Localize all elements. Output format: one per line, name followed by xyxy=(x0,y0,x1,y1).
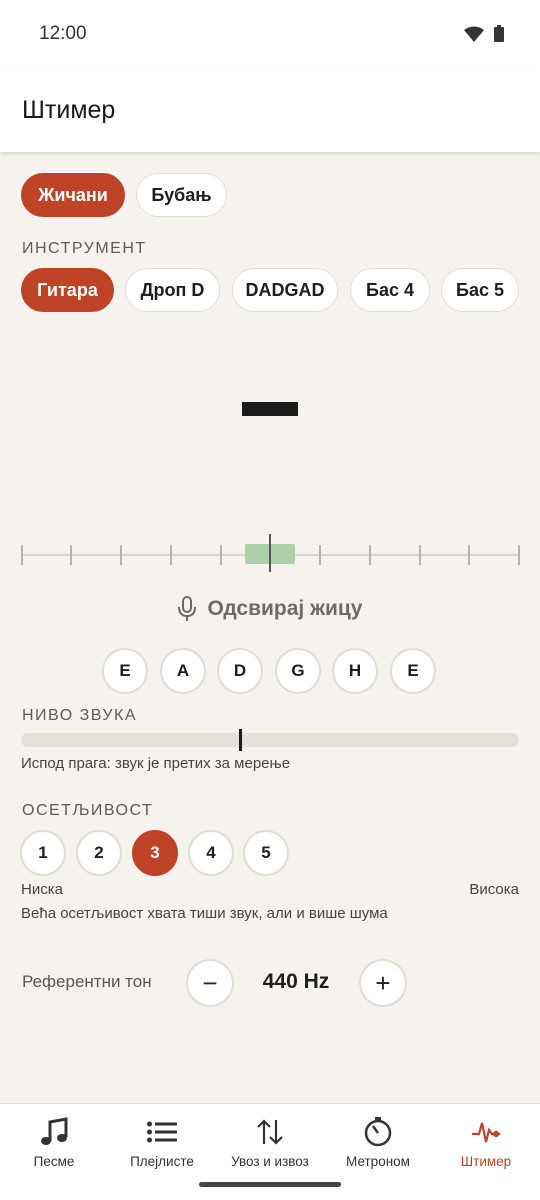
sound-level-bar xyxy=(21,733,519,747)
sound-level-section-label: НИВО ЗВУКА xyxy=(22,707,138,724)
nav-label-playlists: Плејлисте xyxy=(130,1154,194,1169)
string-button-a[interactable]: A xyxy=(160,648,206,694)
import-export-icon xyxy=(257,1119,283,1145)
tab-string-instruments[interactable]: Жичани xyxy=(21,173,125,217)
sensitivity-button-1[interactable]: 1 xyxy=(20,830,66,876)
nav-item-import-export[interactable]: Увоз и извоз xyxy=(216,1104,324,1184)
tuner-wave-icon xyxy=(472,1122,500,1143)
nav-label-metronome: Метроном xyxy=(346,1154,410,1169)
decrease-reference-button[interactable]: − xyxy=(186,959,234,1007)
plus-icon: + xyxy=(375,967,391,998)
sensitivity-high-label: Висока xyxy=(469,881,519,898)
music-note-icon xyxy=(41,1117,68,1145)
sensitivity-section-label: ОСЕТЉИВОСТ xyxy=(22,802,154,819)
status-bar: 12:00 xyxy=(0,0,540,68)
sensitivity-button-3[interactable]: 3 xyxy=(132,830,178,876)
sensitivity-button-5[interactable]: 5 xyxy=(243,830,289,876)
meter-tick xyxy=(70,545,72,565)
microphone-icon xyxy=(177,596,196,621)
prompt-text: Одсвирај жицу xyxy=(207,597,363,620)
meter-tick xyxy=(369,545,371,565)
nav-label-songs: Песме xyxy=(33,1154,75,1169)
note-display xyxy=(242,402,298,416)
nav-item-playlists[interactable]: Плејлисте xyxy=(108,1104,216,1184)
string-button-g[interactable]: G xyxy=(275,648,321,694)
reference-tone-value: 440 Hz xyxy=(262,970,330,993)
reference-tone-label: Референтни тон xyxy=(22,972,152,991)
meter-tick xyxy=(518,545,520,565)
meter-tick xyxy=(468,545,470,565)
nav-label-tuner: Штимер xyxy=(460,1154,512,1169)
instrument-section-label: ИНСТРУМЕНТ xyxy=(22,240,147,257)
battery-icon xyxy=(494,25,504,42)
tab-drums[interactable]: Бубањ xyxy=(136,173,227,217)
sensitivity-button-4[interactable]: 4 xyxy=(188,830,234,876)
nav-item-metronome[interactable]: Метроном xyxy=(324,1104,432,1184)
meter-tick xyxy=(319,545,321,565)
nav-item-tuner[interactable]: Штимер xyxy=(432,1104,540,1184)
metronome-icon xyxy=(364,1117,392,1147)
string-button-e-high[interactable]: E xyxy=(390,648,436,694)
instrument-chip-dadgad[interactable]: DADGAD xyxy=(232,268,338,312)
meter-needle xyxy=(269,534,271,572)
tuning-meter xyxy=(21,534,520,572)
status-icons xyxy=(464,25,504,42)
meter-tick xyxy=(220,545,222,565)
string-button-h[interactable]: H xyxy=(332,648,378,694)
string-button-e-low[interactable]: E xyxy=(102,648,148,694)
app-bar: Штимер xyxy=(0,68,540,152)
play-string-prompt: Одсвирај жицу xyxy=(0,596,540,622)
nav-item-songs[interactable]: Песме xyxy=(0,1104,108,1184)
status-time: 12:00 xyxy=(39,23,87,44)
nav-label-import-export: Увоз и извоз xyxy=(231,1154,309,1169)
meter-tick xyxy=(21,545,23,565)
increase-reference-button[interactable]: + xyxy=(359,959,407,1007)
list-icon xyxy=(147,1121,177,1143)
meter-tick xyxy=(419,545,421,565)
instrument-chip-guitar[interactable]: Гитара xyxy=(21,268,114,312)
meter-tick xyxy=(120,545,122,565)
instrument-chip-drop-d[interactable]: Дроп D xyxy=(125,268,220,312)
page-title: Штимер xyxy=(22,96,116,124)
sensitivity-hint: Већа осетљивост хвата тиши звук, али и в… xyxy=(21,905,388,922)
instrument-chip-bass-4[interactable]: Бас 4 xyxy=(350,268,430,312)
threshold-marker xyxy=(239,729,243,751)
sound-level-status: Испод прага: звук је претих за мерење xyxy=(21,755,291,772)
string-button-d[interactable]: D xyxy=(217,648,263,694)
wifi-icon xyxy=(464,26,484,42)
instrument-chip-bass-5[interactable]: Бас 5 xyxy=(441,268,519,312)
sensitivity-button-2[interactable]: 2 xyxy=(76,830,122,876)
sensitivity-low-label: Ниска xyxy=(21,881,63,898)
meter-tick xyxy=(170,545,172,565)
minus-icon: − xyxy=(202,967,218,998)
home-indicator xyxy=(199,1182,341,1187)
